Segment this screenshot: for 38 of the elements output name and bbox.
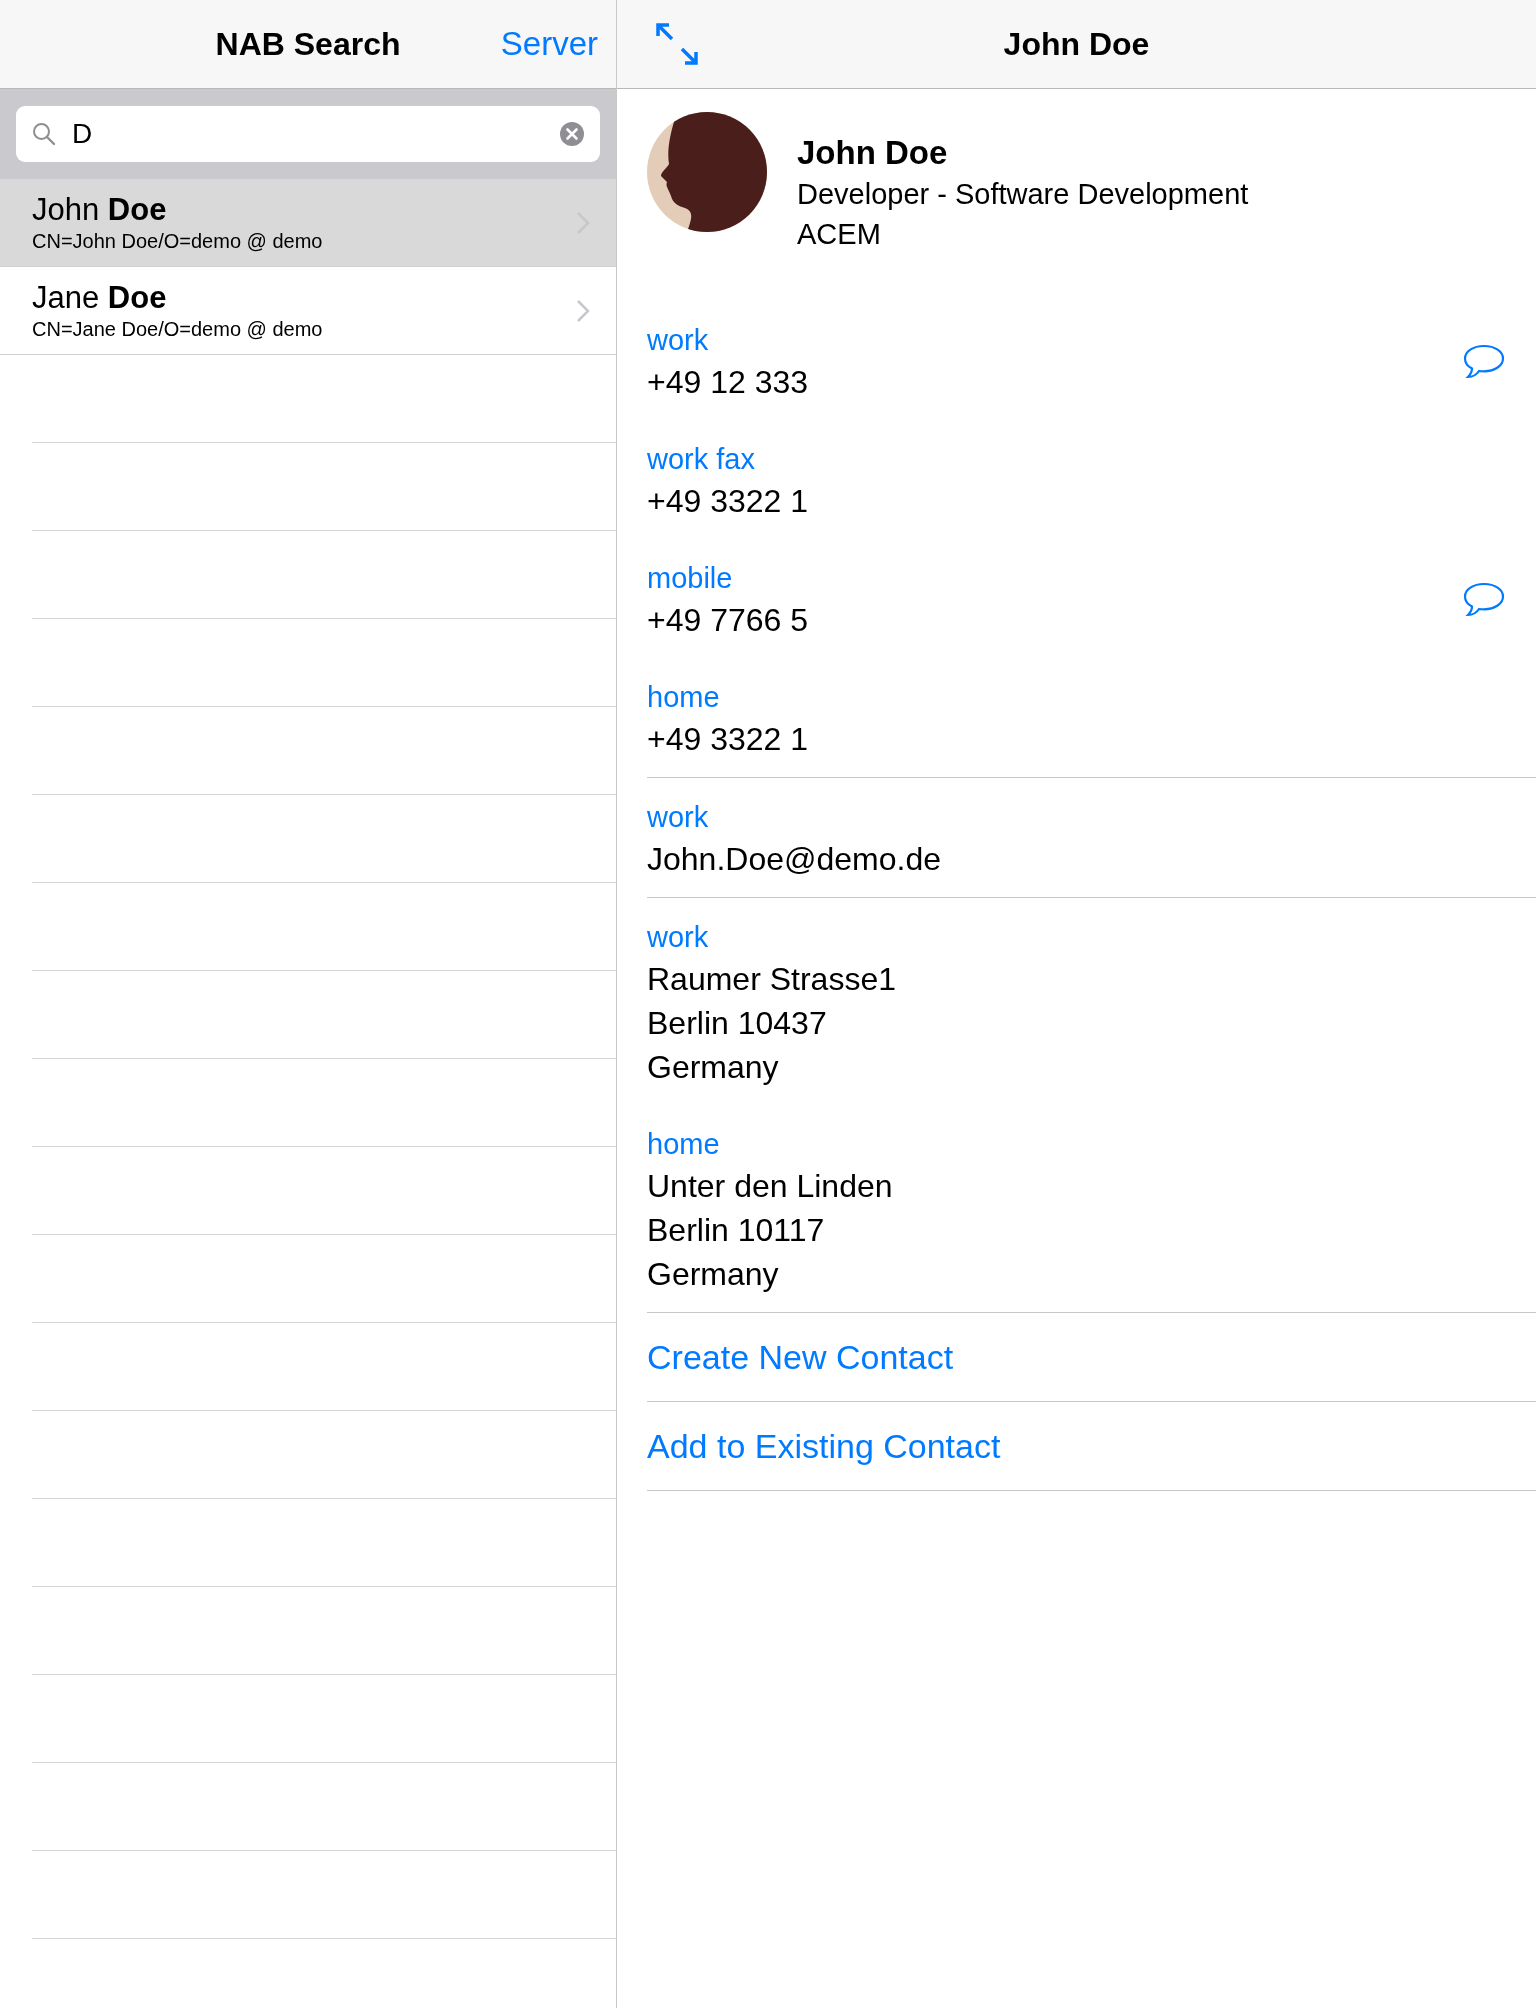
email-label: work xyxy=(647,800,710,835)
job-title: Developer - Software Development xyxy=(797,177,1249,212)
phone-value[interactable]: +49 3322 1 xyxy=(647,479,1506,523)
phone-value[interactable]: +49 12 333 xyxy=(647,360,1462,404)
email-value[interactable]: John.Doe@demo.de xyxy=(647,837,1506,881)
action-link[interactable]: Create New Contact xyxy=(647,1331,954,1383)
phone-value[interactable]: +49 7766 5 xyxy=(647,598,1462,642)
detail-title: John Doe xyxy=(1003,25,1150,64)
phone-label: home xyxy=(647,680,721,715)
action-link[interactable]: Add to Existing Contact xyxy=(647,1420,1001,1472)
screen-title: NAB Search xyxy=(215,25,401,64)
address-value: Unter den Linden xyxy=(647,1167,894,1206)
address-label: work xyxy=(647,920,710,955)
message-icon[interactable] xyxy=(1462,343,1506,381)
chevron-icon xyxy=(576,298,590,323)
address-label: home xyxy=(647,1127,721,1162)
contact-dn: CN=John Doe/O=demo @ demo xyxy=(32,228,324,254)
phone-label: mobile xyxy=(647,561,734,596)
server-button[interactable]: Server xyxy=(500,19,598,69)
address-value: Berlin 10117 xyxy=(647,1211,826,1250)
phone-label: work fax xyxy=(647,442,756,477)
contact-name: John Doe xyxy=(32,191,168,228)
phone-label: work xyxy=(647,323,710,358)
phone-value[interactable]: +49 3322 1 xyxy=(647,717,1506,761)
company-name: ACEM xyxy=(797,217,882,252)
address-value: Raumer Strasse1 xyxy=(647,960,897,999)
clear-icon[interactable] xyxy=(560,122,584,146)
contact-dn: CN=Jane Doe/O=demo @ demo xyxy=(32,316,324,342)
message-icon[interactable] xyxy=(1462,581,1506,619)
address-value: Berlin 10437 xyxy=(647,1004,828,1043)
search-field[interactable]: D xyxy=(16,106,600,162)
contact-name: Jane Doe xyxy=(32,279,168,316)
address-value: Germany xyxy=(647,1048,780,1087)
contact-full-name: John Doe xyxy=(797,133,949,173)
expand-icon[interactable] xyxy=(655,22,699,66)
result-row[interactable]: Jane Doe CN=Jane Doe/O=demo @ demo xyxy=(0,267,616,355)
address-value: Germany xyxy=(647,1255,780,1294)
result-row[interactable]: John Doe CN=John Doe/O=demo @ demo xyxy=(0,179,616,267)
